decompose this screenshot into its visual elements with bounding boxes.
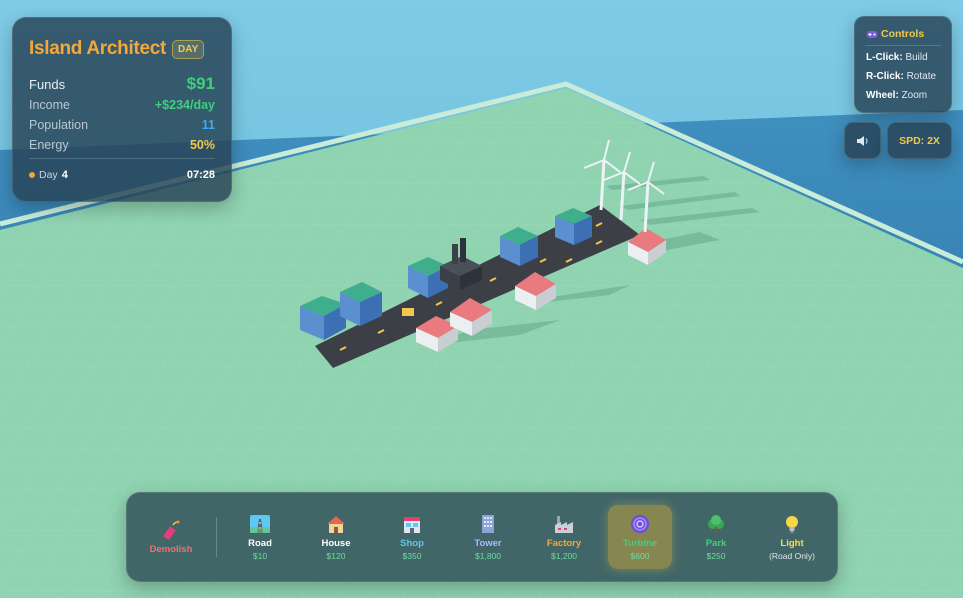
- income-value: +$234/day: [154, 98, 215, 112]
- tool-tower-price: $1,800: [475, 551, 501, 561]
- tool-shop-label: Shop: [400, 538, 424, 549]
- sound-toggle-button[interactable]: [844, 122, 881, 159]
- income-label: Income: [29, 98, 70, 112]
- gamepad-icon: [866, 30, 878, 38]
- game-title: Island Architect: [29, 38, 167, 59]
- tool-light-price: (Road Only): [769, 551, 815, 561]
- factory-icon: [553, 513, 575, 535]
- tool-turbine-label: Turbine: [622, 538, 658, 549]
- tool-turbine-button[interactable]: Turbine $600: [608, 505, 672, 569]
- tool-road-price: $10: [252, 551, 268, 561]
- tool-light-button[interactable]: Light (Road Only): [760, 505, 824, 569]
- office-tower-icon: [477, 513, 499, 535]
- speaker-icon: [856, 135, 868, 146]
- population-row: Population 11: [29, 118, 215, 132]
- population-label: Population: [29, 118, 89, 132]
- tool-factory-label: Factory: [546, 538, 582, 549]
- tool-shop-price: $350: [402, 551, 422, 561]
- tree-icon: [705, 513, 727, 535]
- road-icon: [249, 513, 271, 535]
- tool-tower-button[interactable]: Tower $1,800: [456, 505, 520, 569]
- stats-divider: [29, 158, 215, 159]
- speed-button[interactable]: SPD: 2X: [887, 122, 952, 159]
- control-hint-rotate: R-Click: Rotate: [866, 71, 937, 82]
- tool-factory-button[interactable]: Factory $1,200: [532, 505, 596, 569]
- tool-tower-label: Tower: [474, 538, 502, 549]
- tool-road-label: Road: [248, 538, 272, 549]
- funds-label: Funds: [29, 76, 66, 92]
- light-bulb-icon: [781, 513, 803, 535]
- day-phase-badge: DAY: [172, 39, 205, 59]
- tool-road-button[interactable]: Road $10: [228, 505, 292, 569]
- clock: 07:28: [186, 169, 215, 181]
- vehicle: [402, 308, 414, 316]
- tool-light-label: Light: [780, 538, 804, 549]
- controls-title: Controls: [881, 28, 925, 40]
- energy-label: Energy: [29, 138, 69, 152]
- tool-park-button[interactable]: Park $250: [684, 505, 748, 569]
- tool-factory-price: $1,200: [551, 551, 577, 561]
- control-hint-build: L-Click: Build: [866, 52, 928, 63]
- tool-turbine-price: $600: [630, 551, 650, 561]
- shop-icon: [401, 513, 423, 535]
- build-toolbar: Demolish Road $10 House $120 Shop $350 Tower $1,…: [126, 492, 838, 582]
- tool-park-price: $250: [706, 551, 726, 561]
- funds-value: $91: [186, 74, 215, 93]
- day-row: Day 4 07:28: [29, 169, 215, 181]
- controls-panel: Controls L-Click: Build R-Click: Rotate …: [854, 16, 952, 113]
- income-row: Income +$234/day: [29, 98, 215, 112]
- population-value: 11: [201, 118, 215, 132]
- dynamite-icon: [160, 519, 182, 541]
- wind-turbine-icon: [629, 513, 651, 535]
- sun-dot-icon: [29, 172, 35, 178]
- toolbar-divider: [216, 517, 217, 557]
- tool-house-price: $120: [326, 551, 346, 561]
- control-hint-zoom: Wheel: Zoom: [866, 90, 928, 101]
- tool-demolish-button[interactable]: Demolish: [139, 505, 203, 569]
- tool-house-label: House: [321, 538, 351, 549]
- day-number: 4: [61, 169, 68, 181]
- tool-shop-button[interactable]: Shop $350: [380, 505, 444, 569]
- stats-panel: Island Architect DAY Funds $91 Income +$…: [12, 17, 232, 202]
- house-icon: [325, 513, 347, 535]
- tool-park-label: Park: [705, 538, 727, 549]
- energy-row: Energy 50%: [29, 138, 215, 152]
- tool-house-button[interactable]: House $120: [304, 505, 368, 569]
- funds-row: Funds $91: [29, 74, 215, 94]
- day-label: Day: [39, 169, 58, 181]
- tool-demolish-label: Demolish: [149, 544, 193, 555]
- energy-value: 50%: [189, 138, 215, 152]
